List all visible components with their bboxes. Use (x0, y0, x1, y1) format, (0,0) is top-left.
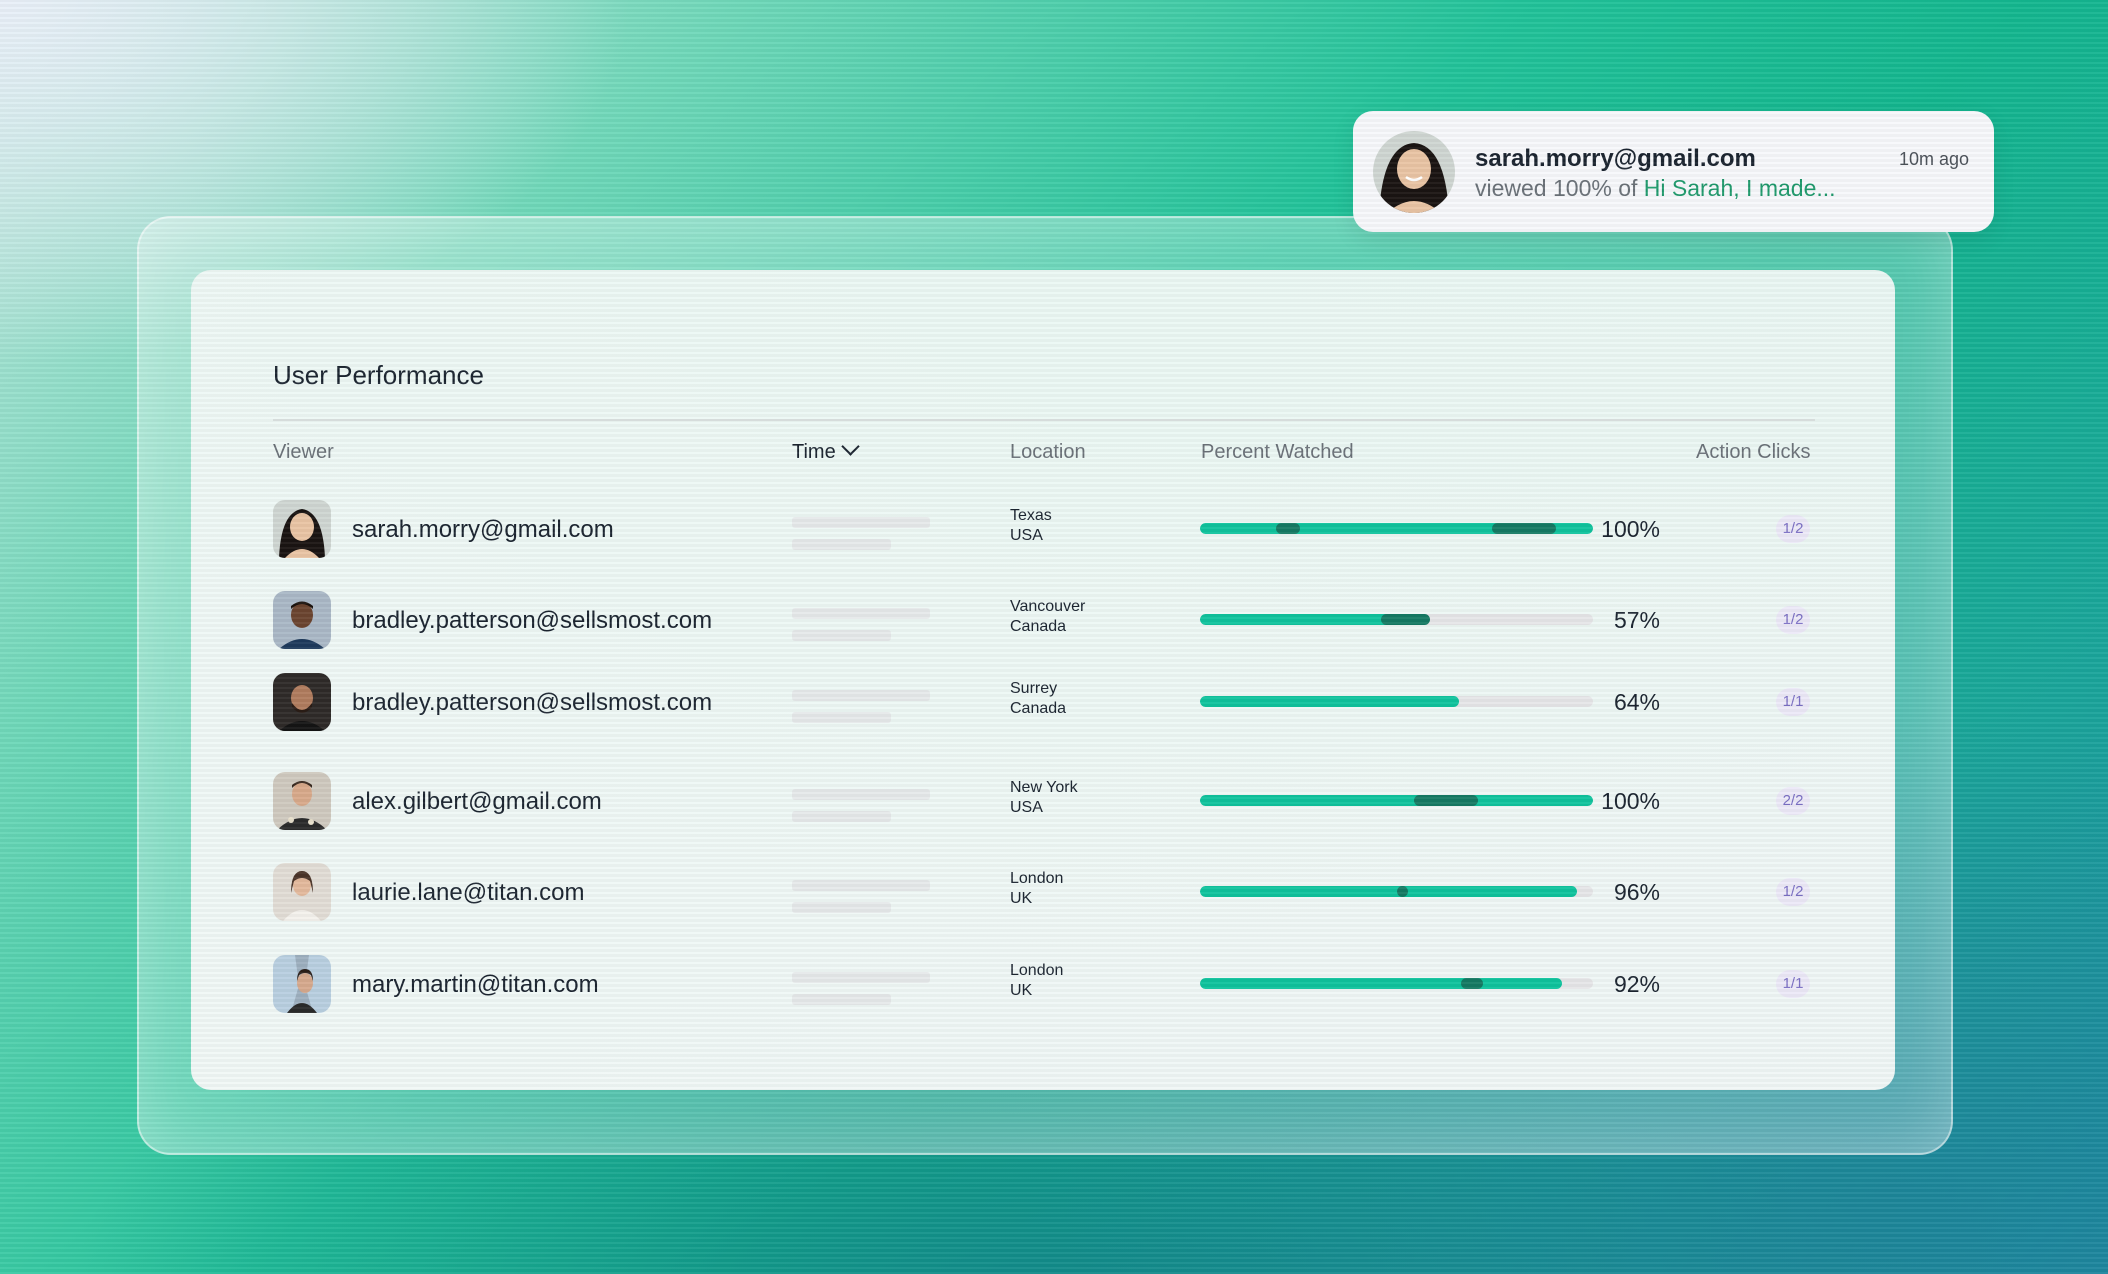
video-title-link[interactable]: Hi Sarah, I made... (1644, 175, 1836, 201)
location-country: Canada (1010, 618, 1067, 635)
column-header-action-clicks[interactable]: Action Clicks (1696, 441, 1810, 464)
avatar (1373, 131, 1455, 213)
location: Surrey Canada (1010, 679, 1066, 719)
replay-segment (1381, 614, 1430, 625)
location: New York USA (1010, 778, 1078, 818)
notification-email: sarah.morry@gmail.com (1475, 145, 1756, 172)
replay-segment (1276, 523, 1300, 534)
location: Texas USA (1010, 506, 1052, 546)
avatar (273, 591, 331, 649)
viewer-email[interactable]: sarah.morry@gmail.com (352, 516, 614, 544)
location-city: London (1010, 962, 1064, 979)
replay-segment (1492, 523, 1556, 534)
progress-fill (1200, 795, 1593, 806)
action-clicks-badge: 1/1 (1776, 688, 1810, 716)
location: Vancouver Canada (1010, 597, 1085, 637)
progress-bar (1200, 795, 1593, 806)
user-performance-panel: User Performance Viewer Time Location Pe… (191, 270, 1895, 1090)
location-city: Surrey (1010, 680, 1058, 697)
avatar (273, 955, 331, 1013)
time-placeholder (792, 811, 891, 822)
viewer-email[interactable]: bradley.patterson@sellsmost.com (352, 689, 712, 717)
percent-watched: 92% (1613, 971, 1660, 997)
location-country: Canada (1010, 700, 1067, 717)
column-header-viewer[interactable]: Viewer (273, 441, 334, 464)
table-row[interactable]: mary.martin@titan.com London UK 92% 1/1 (191, 955, 1895, 1015)
time-placeholder (792, 902, 891, 913)
panel-title: User Performance (273, 360, 484, 390)
time-placeholder (792, 712, 891, 723)
location: London UK (1010, 961, 1063, 1001)
action-clicks-badge: 2/2 (1776, 787, 1810, 815)
viewer-email[interactable]: bradley.patterson@sellsmost.com (352, 607, 712, 635)
view-notification[interactable]: sarah.morry@gmail.com viewed 100% of Hi … (1353, 111, 1994, 232)
time-placeholder (792, 608, 930, 619)
time-placeholder (792, 789, 930, 800)
viewer-email[interactable]: alex.gilbert@gmail.com (352, 788, 602, 816)
percent-watched: 57% (1613, 607, 1660, 633)
progress-bar (1200, 696, 1593, 707)
notification-message: viewed 100% of Hi Sarah, I made... (1475, 175, 1836, 202)
percent-watched: 100% (1601, 788, 1660, 814)
percent-watched: 100% (1601, 516, 1660, 542)
progress-fill (1200, 978, 1562, 989)
time-placeholder (792, 690, 930, 701)
header-divider (273, 419, 1815, 421)
table-row[interactable]: sarah.morry@gmail.com Texas USA 100% 1/2 (191, 500, 1895, 560)
replay-segment (1414, 795, 1478, 806)
action-clicks-badge: 1/1 (1776, 970, 1810, 998)
column-header-time-label: Time (792, 441, 836, 463)
notification-message-prefix: viewed 100% of (1475, 175, 1644, 201)
column-header-percent-watched[interactable]: Percent Watched (1201, 441, 1354, 464)
percent-watched: 96% (1613, 879, 1660, 905)
location-country: UK (1010, 982, 1033, 999)
table-row[interactable]: alex.gilbert@gmail.com New York USA 100% … (191, 772, 1895, 832)
location: London UK (1010, 869, 1063, 909)
viewer-email[interactable]: laurie.lane@titan.com (352, 879, 584, 907)
action-clicks-badge: 1/2 (1776, 878, 1810, 906)
avatar (273, 673, 331, 731)
table-row[interactable]: bradley.patterson@sellsmost.com Vancouve… (191, 591, 1895, 651)
progress-bar (1200, 614, 1593, 625)
time-placeholder (792, 880, 930, 891)
notification-timestamp: 10m ago (1898, 149, 1969, 169)
time-placeholder (792, 517, 930, 528)
location-city: New York (1010, 779, 1078, 796)
action-clicks-badge: 1/2 (1776, 515, 1810, 543)
avatar (273, 500, 331, 558)
location-country: USA (1010, 527, 1043, 544)
avatar (273, 863, 331, 921)
progress-bar (1200, 523, 1593, 534)
location-city: Texas (1010, 507, 1052, 524)
location-country: USA (1010, 799, 1043, 816)
table-row[interactable]: laurie.lane@titan.com London UK 96% 1/2 (191, 863, 1895, 923)
column-header-location[interactable]: Location (1010, 441, 1086, 464)
progress-fill (1200, 696, 1460, 707)
percent-watched: 64% (1613, 689, 1660, 715)
table-row[interactable]: bradley.patterson@sellsmost.com Surrey Ca… (191, 673, 1895, 733)
location-city: London (1010, 870, 1064, 887)
progress-bar (1200, 978, 1593, 989)
replay-segment (1461, 978, 1483, 989)
avatar (273, 772, 331, 830)
progress-bar (1200, 886, 1593, 897)
location-country: UK (1010, 890, 1033, 907)
action-clicks-badge: 1/2 (1776, 606, 1810, 634)
viewer-email[interactable]: mary.martin@titan.com (352, 971, 599, 999)
time-placeholder (792, 994, 891, 1005)
replay-segment (1397, 886, 1408, 897)
time-placeholder (792, 539, 891, 550)
time-placeholder (792, 972, 930, 983)
column-header-time[interactable]: Time (792, 437, 860, 464)
chevron-down-icon (841, 437, 860, 456)
time-placeholder (792, 630, 891, 641)
location-city: Vancouver (1010, 598, 1086, 615)
progress-fill (1200, 886, 1578, 897)
